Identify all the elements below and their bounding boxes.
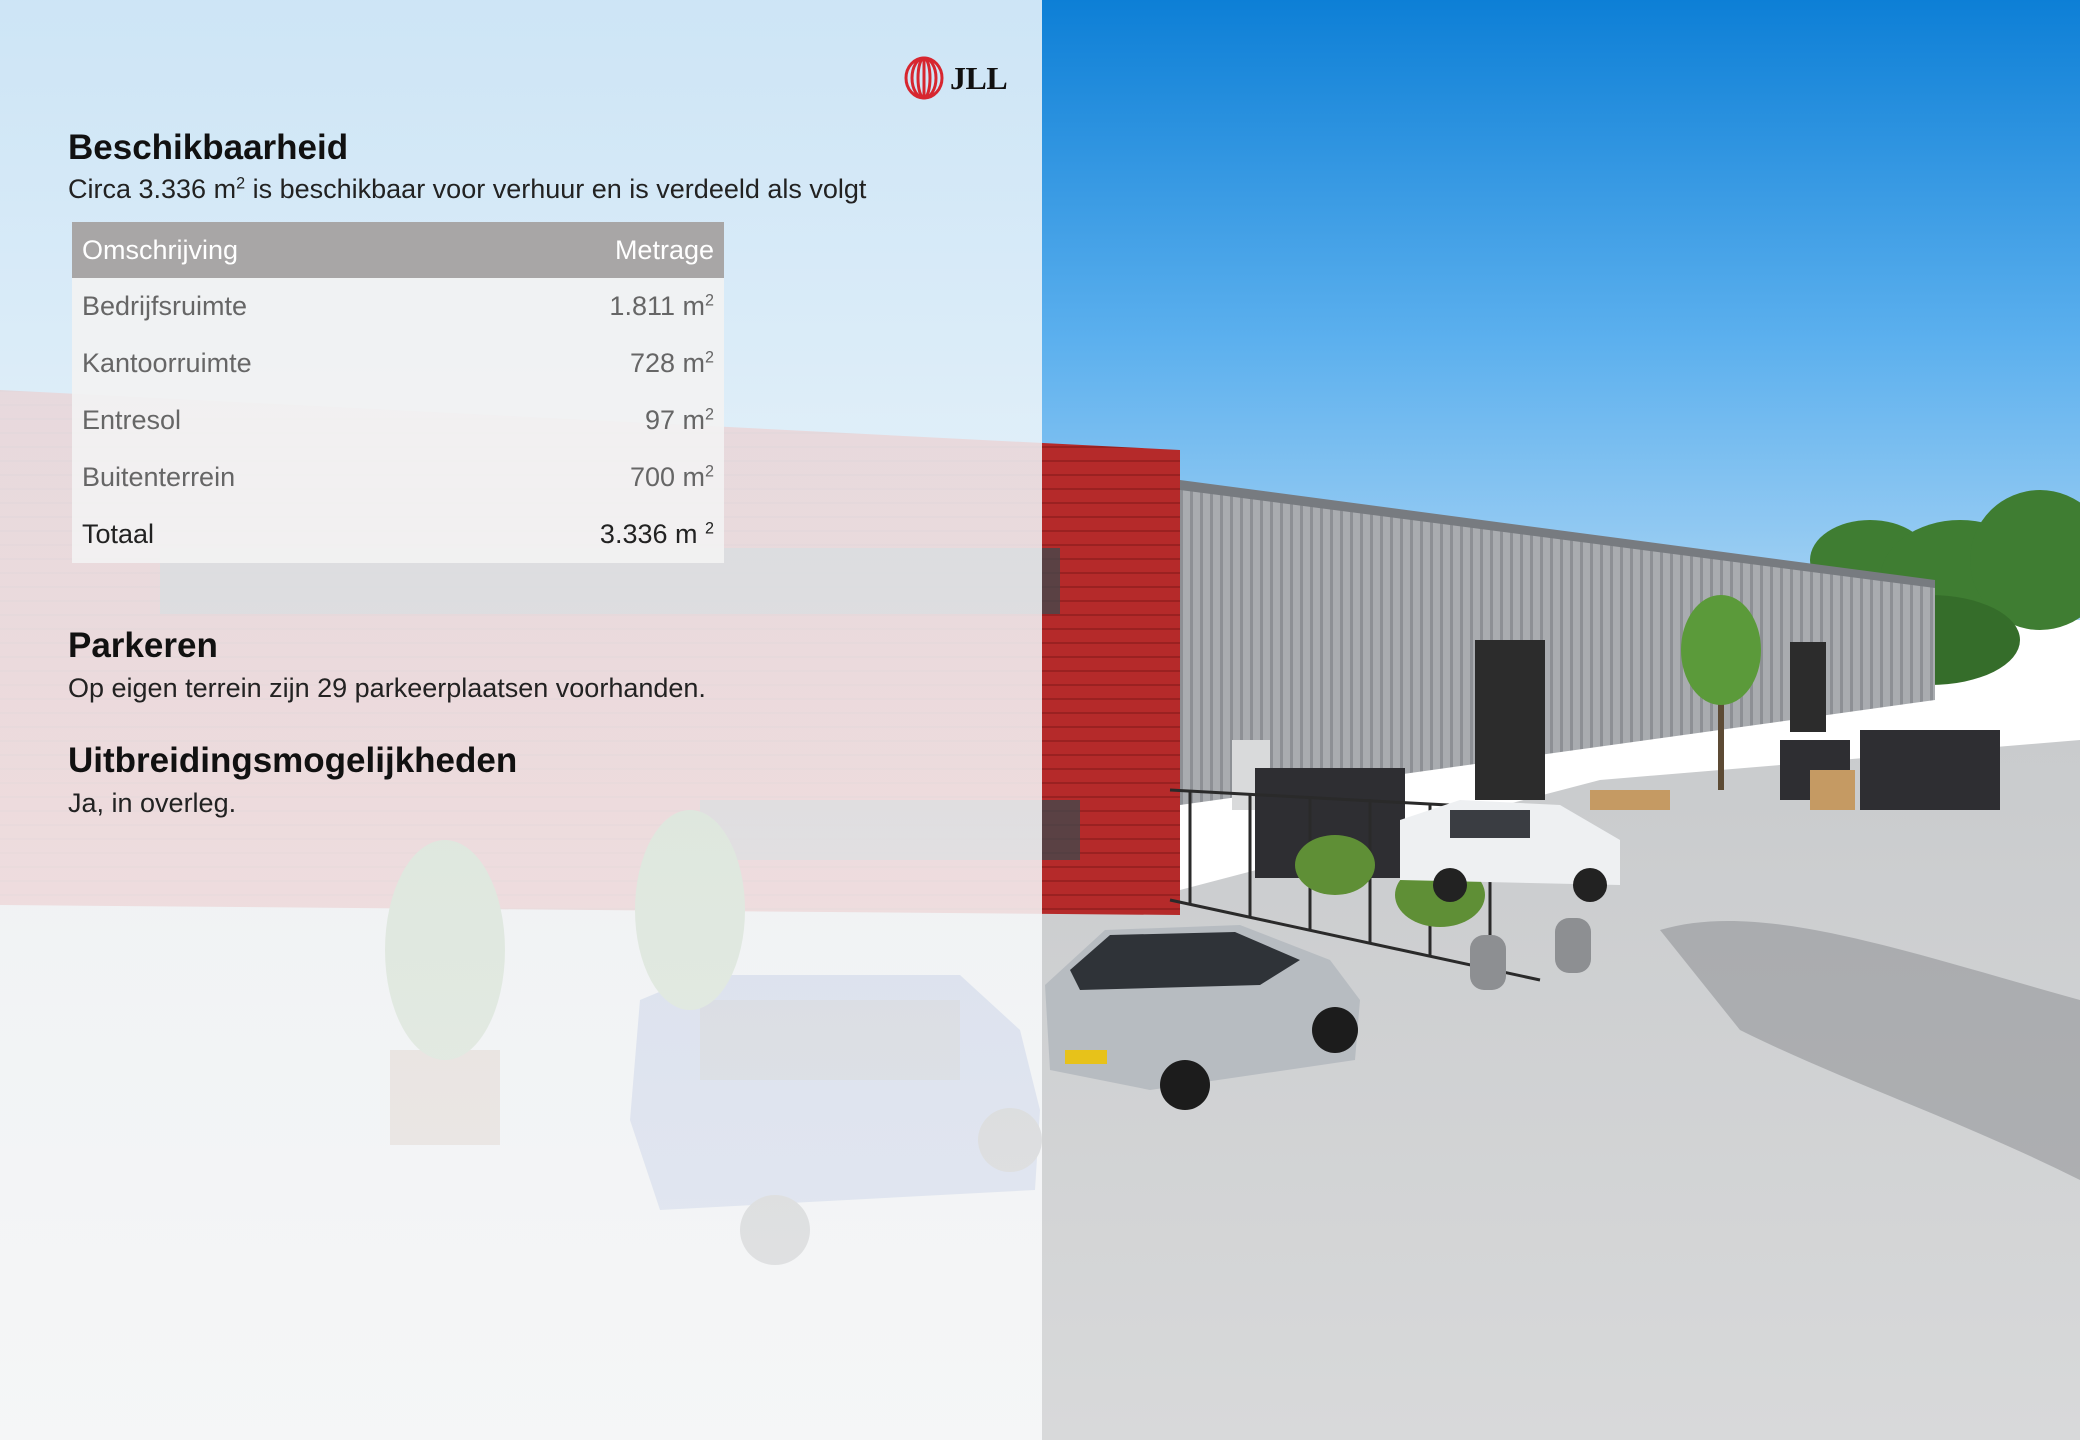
row-label: Kantoorruimte [82,348,252,378]
column-header-area: Metrage [453,222,724,278]
row-value: 700 m2 [629,462,714,492]
parking-text: Op eigen terrein zijn 29 parkeerplaatsen… [68,673,706,703]
total-value: 3.336 m 2 [599,519,714,549]
jll-logo: JLL [904,56,1008,100]
table-row: Kantoorruimte 728 m2 [72,335,724,392]
row-label: Entresol [82,405,182,435]
availability-table: Omschrijving Metrage Bedrijfsruimte 1.81… [72,222,724,563]
availability-heading: Beschikbaarheid [68,128,349,167]
jll-logo-mark [904,56,944,100]
row-value: 97 m2 [644,405,714,435]
row-label: Buitenterrein [82,462,236,492]
jll-logo-text: JLL [950,59,1008,96]
column-header-description: Omschrijving [72,222,454,278]
text-panel [0,0,1042,1440]
row-value: 728 m2 [629,348,714,378]
table-row: Buitenterrein 700 m2 [72,449,724,506]
availability-intro: Circa 3.336 m2 is beschikbaar voor verhu… [68,174,867,204]
table-row: Entresol 97 m2 [72,392,724,449]
total-label: Totaal [82,519,155,549]
row-value: 1.811 m2 [609,291,714,321]
table-header-row: Omschrijving Metrage [72,222,724,278]
expansion-text: Ja, in overleg. [68,788,237,818]
row-label: Bedrijfsruimte [82,291,248,321]
table-total-row: Totaal 3.336 m 2 [72,506,724,563]
expansion-heading: Uitbreidingsmogelijkheden [68,741,518,780]
table-row: Bedrijfsruimte 1.811 m2 [72,278,724,335]
parking-heading: Parkeren [68,626,218,665]
